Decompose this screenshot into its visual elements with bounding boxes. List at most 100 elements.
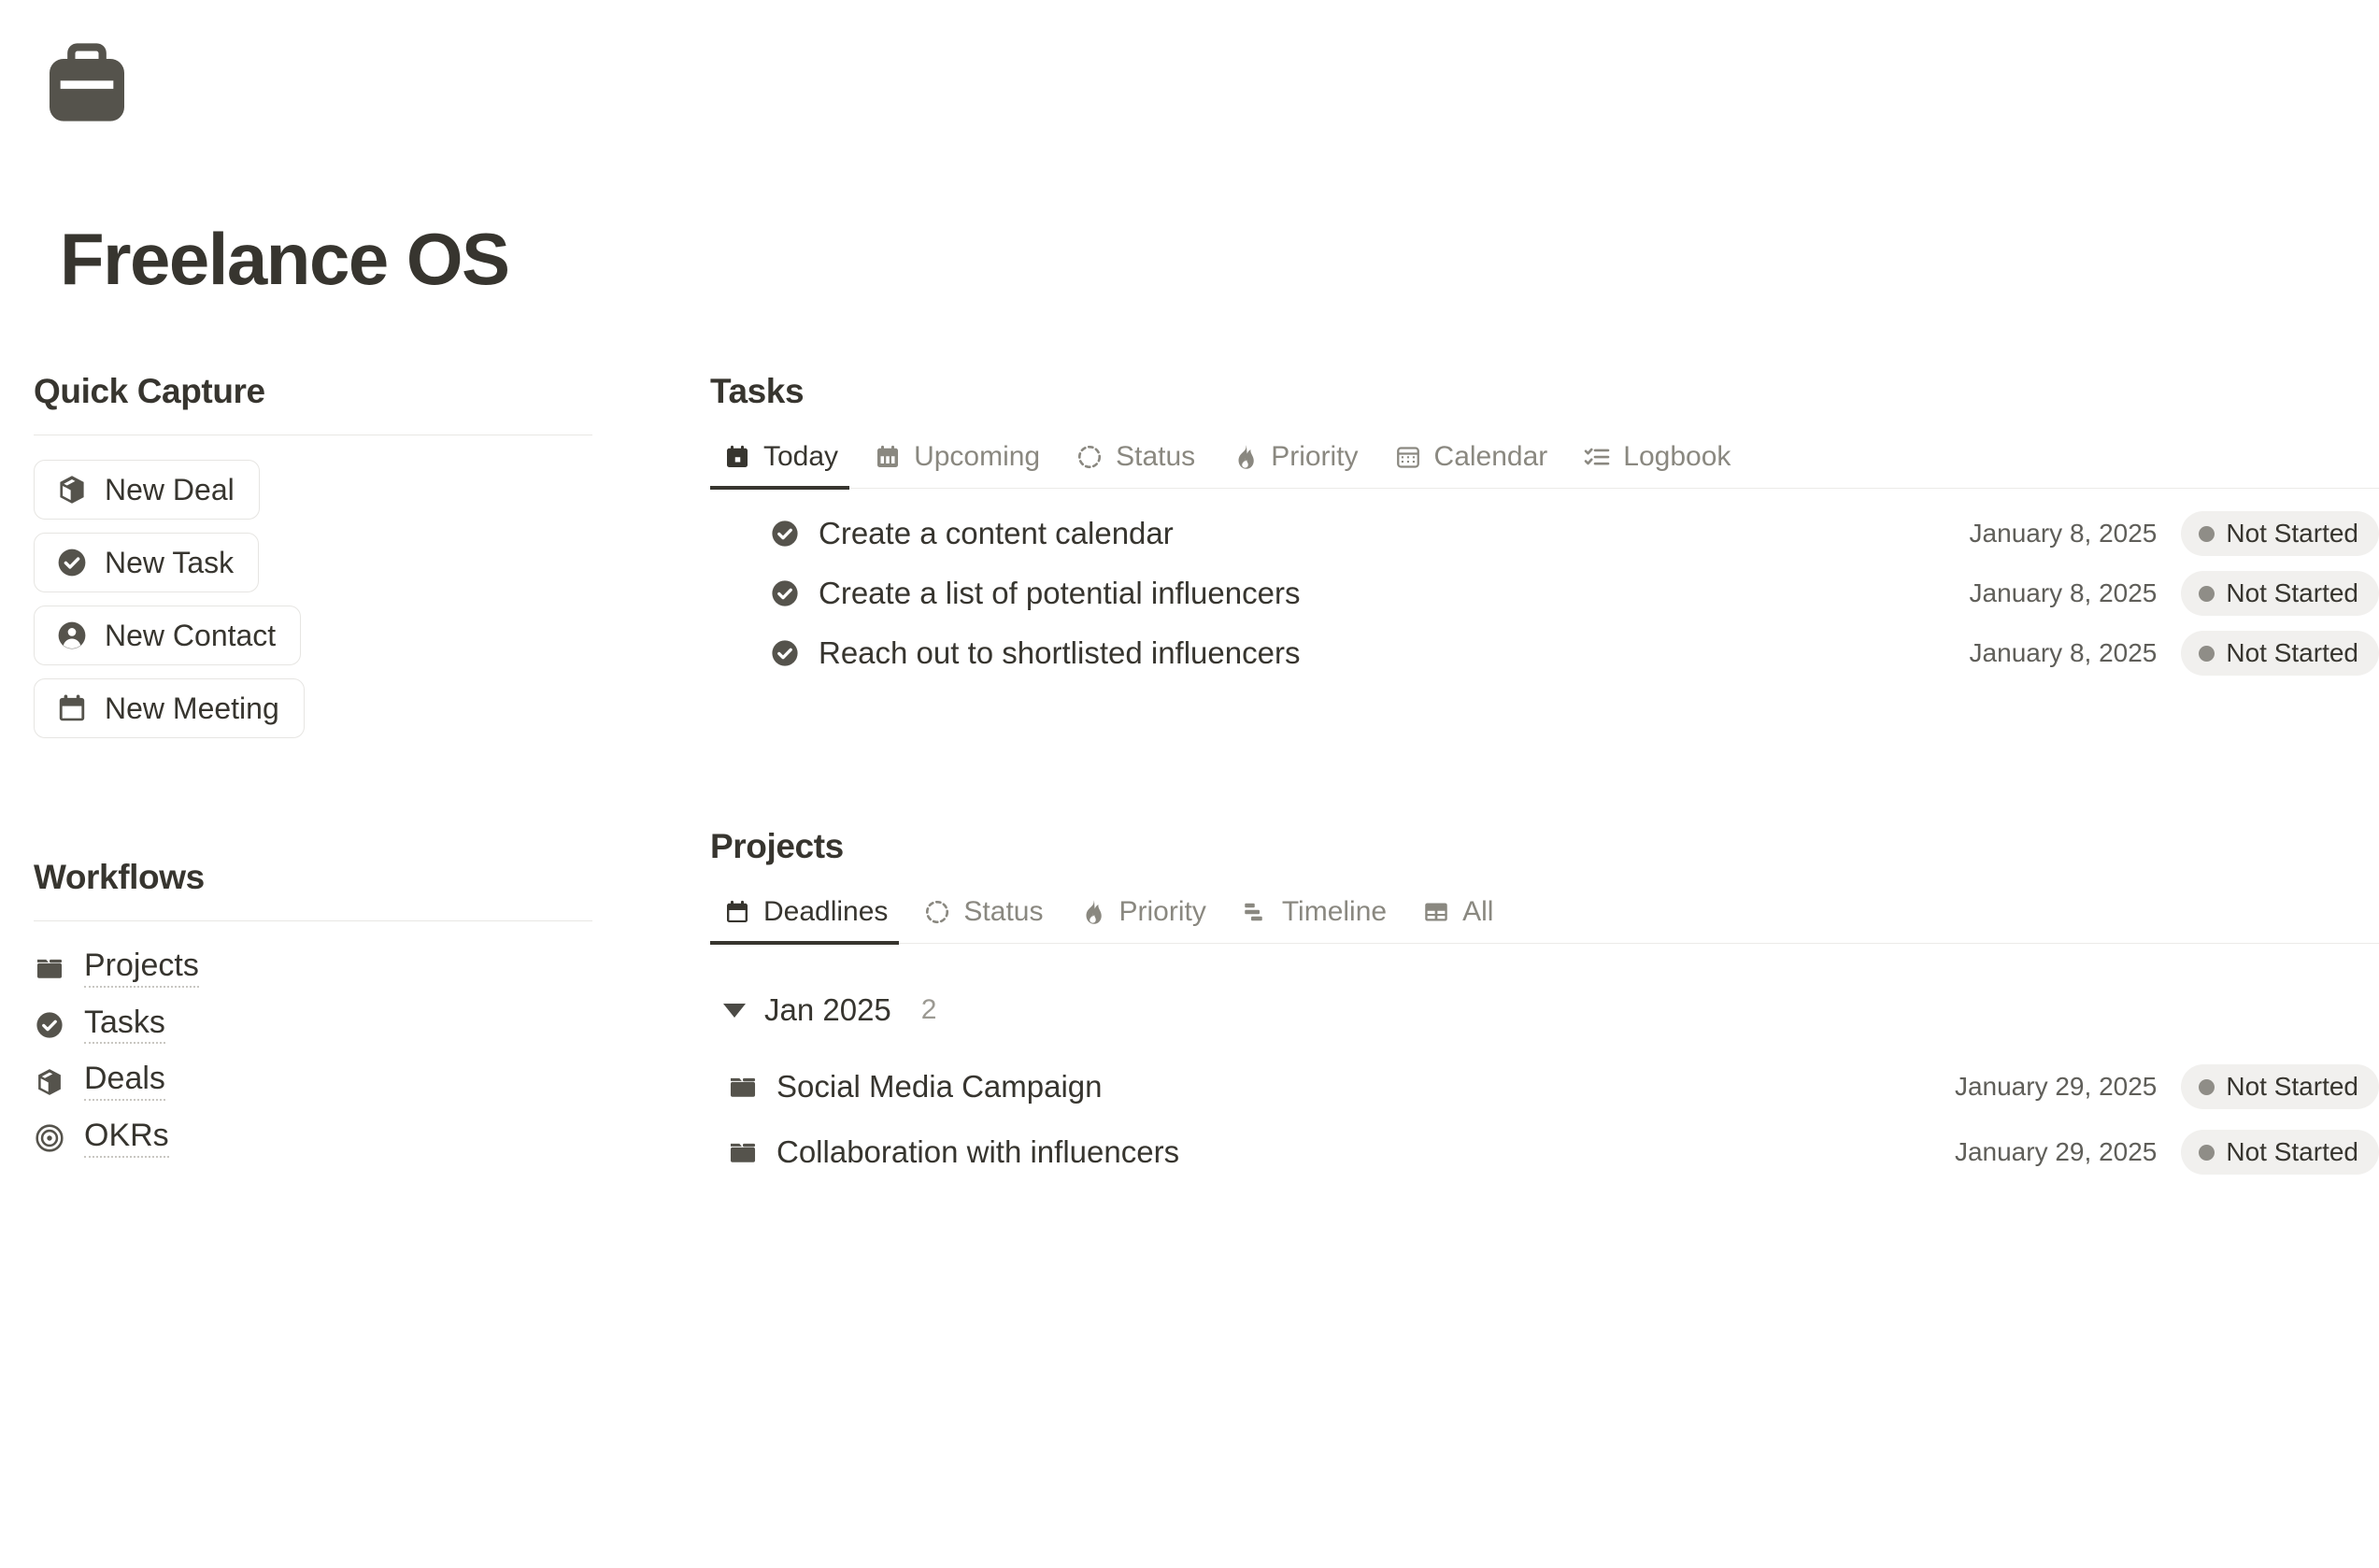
quick-capture-section: Quick Capture New Deal New Task New Cont… [34, 372, 710, 738]
task-title: Create a content calendar [819, 516, 1174, 550]
tab-priority[interactable]: Priority [1221, 437, 1384, 488]
new-contact-button[interactable]: New Contact [34, 606, 302, 665]
tab-all-label: All [1462, 896, 1494, 927]
status-badge-label: Not Started [2226, 1137, 2358, 1166]
tab-deadlines[interactable]: Deadlines [710, 892, 914, 945]
main-content: Tasks Today Upcoming Status Priority Cal… [710, 372, 2379, 1185]
status-badge[interactable]: Not Started [2181, 631, 2379, 676]
tab-calendar-label: Calendar [1433, 441, 1548, 472]
check-circle-icon [769, 577, 801, 609]
flame-icon [1231, 443, 1259, 471]
project-title: Collaboration with influencers [776, 1134, 1180, 1169]
target-icon [34, 1122, 65, 1154]
status-badge-label: Not Started [2226, 519, 2358, 548]
workflows-list: Projects Tasks Deals OKRs [34, 948, 710, 1158]
tab-all[interactable]: All [1413, 892, 1519, 943]
status-badge-label: Not Started [2226, 1072, 2358, 1101]
task-date: January 8, 2025 [1969, 638, 2158, 667]
status-dot-icon [2199, 1078, 2215, 1095]
tasks-tabs: Today Upcoming Status Priority Calendar … [710, 437, 2379, 490]
new-meeting-label: New Meeting [105, 691, 279, 725]
status-badge[interactable]: Not Started [2181, 571, 2379, 616]
status-badge-label: Not Started [2226, 578, 2358, 607]
left-sidebar: Quick Capture New Deal New Task New Cont… [0, 372, 710, 1158]
projects-heading: Projects [710, 827, 844, 865]
sidebar-item-projects-label: Projects [84, 948, 199, 988]
tab-priority-label: Priority [1271, 441, 1359, 472]
tab-upcoming[interactable]: Upcoming [864, 437, 1066, 488]
page-title: Freelance OS [60, 218, 510, 300]
table-row[interactable]: Create a list of potential influencers J… [710, 563, 2379, 623]
sidebar-item-tasks-label: Tasks [84, 1005, 165, 1045]
check-circle-icon [769, 518, 801, 549]
checklist-icon [1583, 443, 1611, 471]
tab-today[interactable]: Today [710, 437, 864, 490]
new-deal-button[interactable]: New Deal [34, 460, 260, 520]
app-page: Freelance OS Quick Capture New Deal New … [0, 0, 2379, 1568]
status-dot-icon [2199, 585, 2215, 602]
tab-timeline[interactable]: Timeline [1232, 892, 1413, 943]
new-task-label: New Task [105, 546, 235, 579]
folder-icon [34, 952, 65, 984]
group-header[interactable]: Jan 2025 2 [710, 992, 2379, 1028]
new-deal-label: New Deal [105, 473, 235, 506]
tab-status-label: Status [1116, 441, 1196, 472]
person-circle-icon [55, 619, 89, 652]
tasks-section: Tasks Today Upcoming Status Priority Cal… [710, 372, 2379, 683]
sidebar-item-projects[interactable]: Projects [34, 948, 199, 988]
table-row[interactable]: Collaboration with influencers January 2… [710, 1119, 2379, 1185]
tab-status[interactable]: Status [914, 892, 1069, 943]
workflows-section: Workflows Projects Tasks Deals OKRs [34, 858, 710, 1158]
projects-tabs: Deadlines Status Priority Timeline All [710, 892, 2379, 945]
check-circle-icon [769, 637, 801, 669]
table-row[interactable]: Social Media Campaign January 29, 2025 N… [710, 1054, 2379, 1119]
status-dot-icon [2199, 1144, 2215, 1161]
tab-priority-label: Priority [1118, 896, 1206, 927]
new-task-button[interactable]: New Task [34, 533, 260, 592]
status-dot-icon [2199, 645, 2215, 662]
page-header: Freelance OS [0, 0, 2379, 295]
tab-logbook[interactable]: Logbook [1574, 437, 1757, 488]
folder-icon [727, 1136, 759, 1168]
status-badge[interactable]: Not Started [2181, 1130, 2379, 1175]
sidebar-item-okrs-label: OKRs [84, 1119, 169, 1158]
gantt-icon [1242, 898, 1270, 926]
tasks-list: Create a content calendar January 8, 202… [710, 504, 2379, 683]
tab-priority[interactable]: Priority [1069, 892, 1232, 943]
divider [34, 920, 592, 921]
tab-today-label: Today [763, 441, 839, 472]
workflows-heading: Workflows [34, 858, 205, 896]
tasks-heading: Tasks [710, 372, 805, 410]
table-row[interactable]: Reach out to shortlisted influencers Jan… [710, 623, 2379, 683]
tab-deadlines-label: Deadlines [763, 896, 889, 927]
flame-icon [1078, 898, 1106, 926]
project-date: January 29, 2025 [1954, 1072, 2158, 1101]
tab-calendar[interactable]: Calendar [1385, 437, 1574, 488]
sidebar-item-deals-label: Deals [84, 1062, 165, 1102]
task-date: January 8, 2025 [1969, 519, 2158, 548]
tab-upcoming-label: Upcoming [914, 441, 1041, 472]
status-badge[interactable]: Not Started [2181, 1064, 2379, 1109]
dashed-circle-icon [923, 898, 951, 926]
status-dot-icon [2199, 525, 2215, 542]
new-contact-label: New Contact [105, 619, 277, 652]
new-meeting-button[interactable]: New Meeting [34, 678, 305, 738]
tab-status[interactable]: Status [1066, 437, 1221, 488]
briefcase-icon [37, 36, 2379, 129]
sidebar-item-okrs[interactable]: OKRs [34, 1119, 169, 1158]
group-count: 2 [920, 994, 937, 1025]
calendar-today-icon [723, 443, 751, 471]
calendar-icon [55, 691, 89, 725]
sidebar-item-deals[interactable]: Deals [34, 1062, 165, 1102]
table-row[interactable]: Create a content calendar January 8, 202… [710, 504, 2379, 563]
project-title: Social Media Campaign [776, 1069, 1103, 1104]
chevron-down-icon[interactable] [723, 1003, 746, 1018]
table-icon [1422, 898, 1450, 926]
task-title: Create a list of potential influencers [819, 576, 1301, 610]
sidebar-item-tasks[interactable]: Tasks [34, 1005, 165, 1045]
projects-section: Projects Deadlines Status Priority Timel… [710, 827, 2379, 1185]
check-circle-icon [34, 1009, 65, 1041]
task-date: January 8, 2025 [1969, 578, 2158, 607]
task-title: Reach out to shortlisted influencers [819, 635, 1301, 670]
status-badge[interactable]: Not Started [2181, 511, 2379, 556]
